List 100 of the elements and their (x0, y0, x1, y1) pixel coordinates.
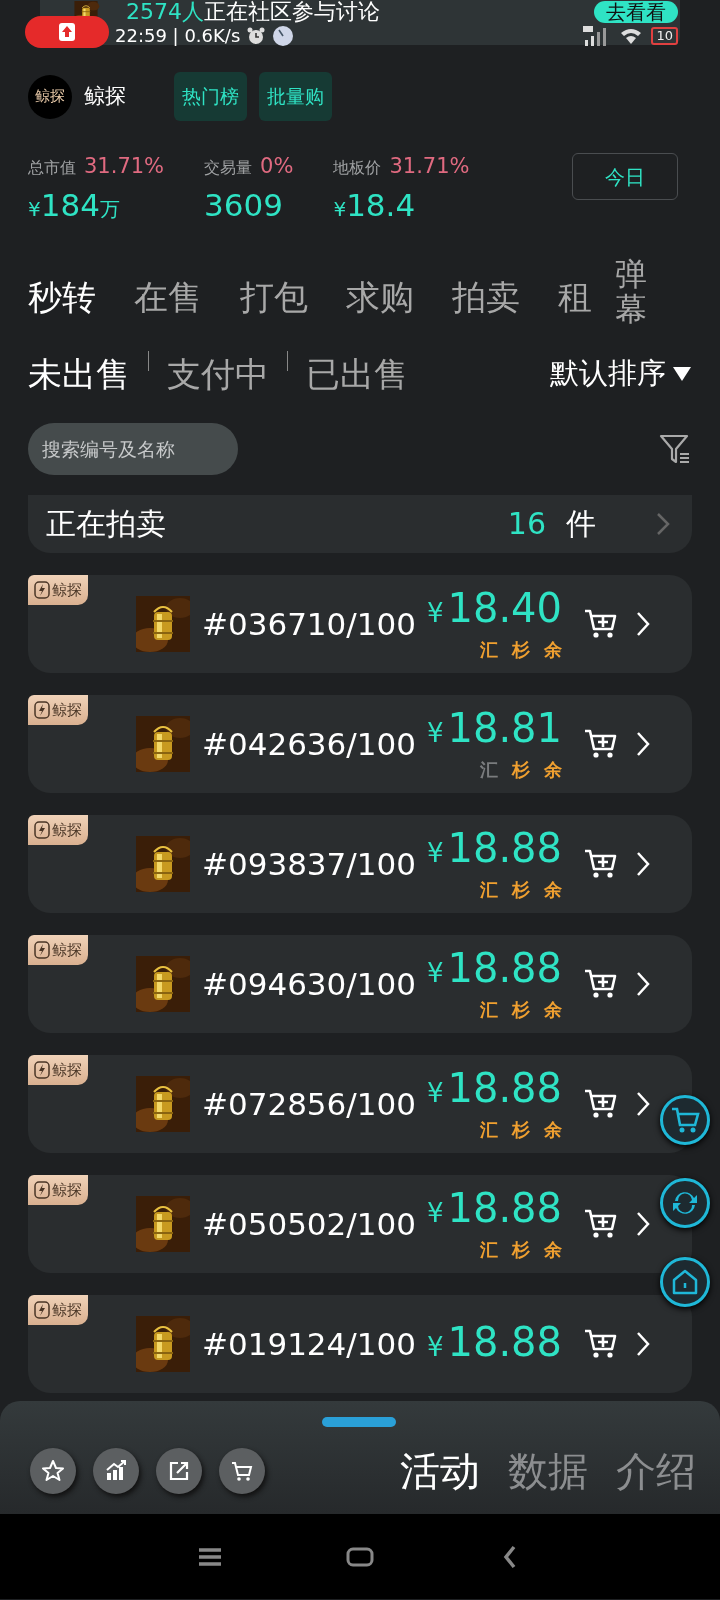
channel-tag: 余 (544, 876, 562, 903)
price: ¥18.81 (426, 705, 562, 753)
badge-text: 鲸探 (52, 819, 82, 841)
chevron-icon[interactable] (636, 1331, 650, 1357)
wifi-icon (619, 27, 644, 45)
status-tab[interactable]: 支付中 (167, 348, 269, 400)
channel-tag: 汇 (480, 756, 498, 783)
currency-sign: ¥ (333, 195, 347, 223)
collectible-card[interactable]: 鲸探 #042636/100 ¥18.81 汇 杉 余 (28, 695, 692, 793)
favorite-button[interactable] (30, 1448, 76, 1494)
cart-add-icon[interactable] (584, 728, 618, 760)
collectible-card[interactable]: 鲸探 #050502/100 ¥18.88 汇 杉 余 (28, 1175, 692, 1273)
lightning-icon (34, 1061, 50, 1079)
channel-tag: 杉 (512, 876, 530, 903)
battery-indicator: 10 (651, 27, 678, 45)
header-button[interactable]: 批量购 (259, 72, 332, 121)
tab[interactable]: 拍卖 (452, 271, 520, 323)
badge-text: 鲸探 (52, 1299, 82, 1321)
upload-icon (58, 22, 76, 42)
cart-add-icon[interactable] (584, 1208, 618, 1240)
currency-sign: ¥ (28, 195, 41, 223)
filter-icon[interactable] (658, 432, 692, 466)
channel-tag: 杉 (512, 756, 530, 783)
collectible-card[interactable]: 鲸探 #093837/100 ¥18.88 汇 杉 余 (28, 815, 692, 913)
banner-text: 正在社区参与讨论 (204, 0, 380, 24)
go-button[interactable]: 去看看 (594, 1, 678, 23)
channel-tag: 余 (544, 1116, 562, 1143)
share-button[interactable] (156, 1448, 202, 1494)
tab[interactable]: 租 (558, 271, 592, 323)
status-tab[interactable]: 未出售 (28, 348, 130, 400)
channel-tag: 余 (544, 1236, 562, 1263)
chart-button[interactable] (93, 1448, 139, 1494)
clock-icon (272, 25, 295, 47)
chevron-icon[interactable] (636, 971, 650, 997)
brand-logo: 鲸探 (28, 74, 72, 119)
collectible-card[interactable]: 鲸探 #094630/100 ¥18.88 汇 杉 余 (28, 935, 692, 1033)
collectible-card[interactable]: 鲸探 #036710/100 ¥18.40 汇 杉 余 (28, 575, 692, 673)
tab[interactable]: 在售 (134, 271, 202, 323)
share-icon (167, 1459, 191, 1483)
serial-number: #072856/100 (202, 1084, 417, 1124)
record-button[interactable] (25, 16, 109, 48)
drag-handle[interactable] (322, 1417, 396, 1427)
lightning-icon (34, 581, 50, 599)
cart-button[interactable] (219, 1448, 265, 1494)
tab[interactable]: 秒转 (28, 271, 96, 323)
chevron-icon[interactable] (636, 1091, 650, 1117)
search-field[interactable]: 搜索编号及名称 (28, 423, 238, 475)
cart-button[interactable] (660, 1095, 710, 1145)
price: ¥18.88 (426, 945, 562, 993)
cart-add-icon[interactable] (584, 968, 618, 1000)
lightning-icon (34, 821, 50, 839)
status-time: 22:59 | 0.6K/s (115, 25, 241, 47)
header-button[interactable]: 热门榜 (174, 72, 247, 121)
tab[interactable]: 介绍 (616, 1441, 696, 1501)
alarm-icon (246, 26, 267, 46)
lightning-icon (34, 1181, 50, 1199)
cart-add-icon[interactable] (584, 1328, 618, 1360)
cart-add-icon[interactable] (584, 1088, 618, 1120)
stat-change: 31.71% (389, 153, 470, 180)
price: ¥18.88 (426, 825, 562, 873)
home-button[interactable] (660, 1257, 710, 1307)
price: ¥18.40 (426, 585, 562, 633)
channel-tag: 余 (544, 636, 562, 663)
channel-tag: 汇 (480, 1236, 498, 1263)
refresh-button[interactable] (660, 1178, 710, 1228)
tab[interactable]: 求购 (346, 271, 414, 323)
tab[interactable]: 打包 (240, 271, 308, 323)
cart-icon (230, 1459, 254, 1483)
badge-text: 鲸探 (52, 699, 82, 721)
sort-dropdown[interactable]: 默认排序 (550, 352, 692, 396)
chevron-icon (656, 512, 670, 536)
tab[interactable]: 数据 (508, 1441, 588, 1501)
status-tab[interactable]: 已出售 (306, 348, 408, 400)
serial-number: #050502/100 (202, 1204, 417, 1244)
cart-add-icon[interactable] (584, 848, 618, 880)
brand-name: 鲸探 (84, 82, 126, 110)
period-button[interactable]: 今日 (572, 153, 678, 200)
chevron-icon[interactable] (636, 1211, 650, 1237)
auction-count: 16 (507, 506, 546, 542)
collectible-card[interactable]: 鲸探 #072856/100 ¥18.88 汇 杉 余 (28, 1055, 692, 1153)
chevron-icon[interactable] (636, 611, 650, 637)
lightning-icon (34, 1301, 50, 1319)
collectible-card[interactable]: 鲸探 #019124/100 ¥18.88 (28, 1295, 692, 1393)
serial-number: #094630/100 (202, 964, 417, 1004)
auction-card[interactable]: 正在拍卖 16 件 (28, 495, 692, 553)
lightning-icon (34, 701, 50, 719)
auction-label: 正在拍卖 (46, 506, 166, 542)
badge-text: 鲸探 (52, 579, 82, 601)
channel-tag: 汇 (480, 636, 498, 663)
stat-value: 18.4 (346, 185, 416, 225)
danmaku-toggle[interactable]: 弹幕 (615, 257, 647, 328)
tab[interactable]: 活动 (400, 1441, 480, 1501)
stat-label: 总市值 (28, 157, 76, 179)
chevron-icon[interactable] (636, 851, 650, 877)
cart-add-icon[interactable] (584, 608, 618, 640)
home-icon (670, 1267, 700, 1297)
chevron-icon[interactable] (636, 731, 650, 757)
channel-tag: 杉 (512, 636, 530, 663)
caret-icon (672, 366, 692, 382)
cart-icon (670, 1105, 700, 1135)
